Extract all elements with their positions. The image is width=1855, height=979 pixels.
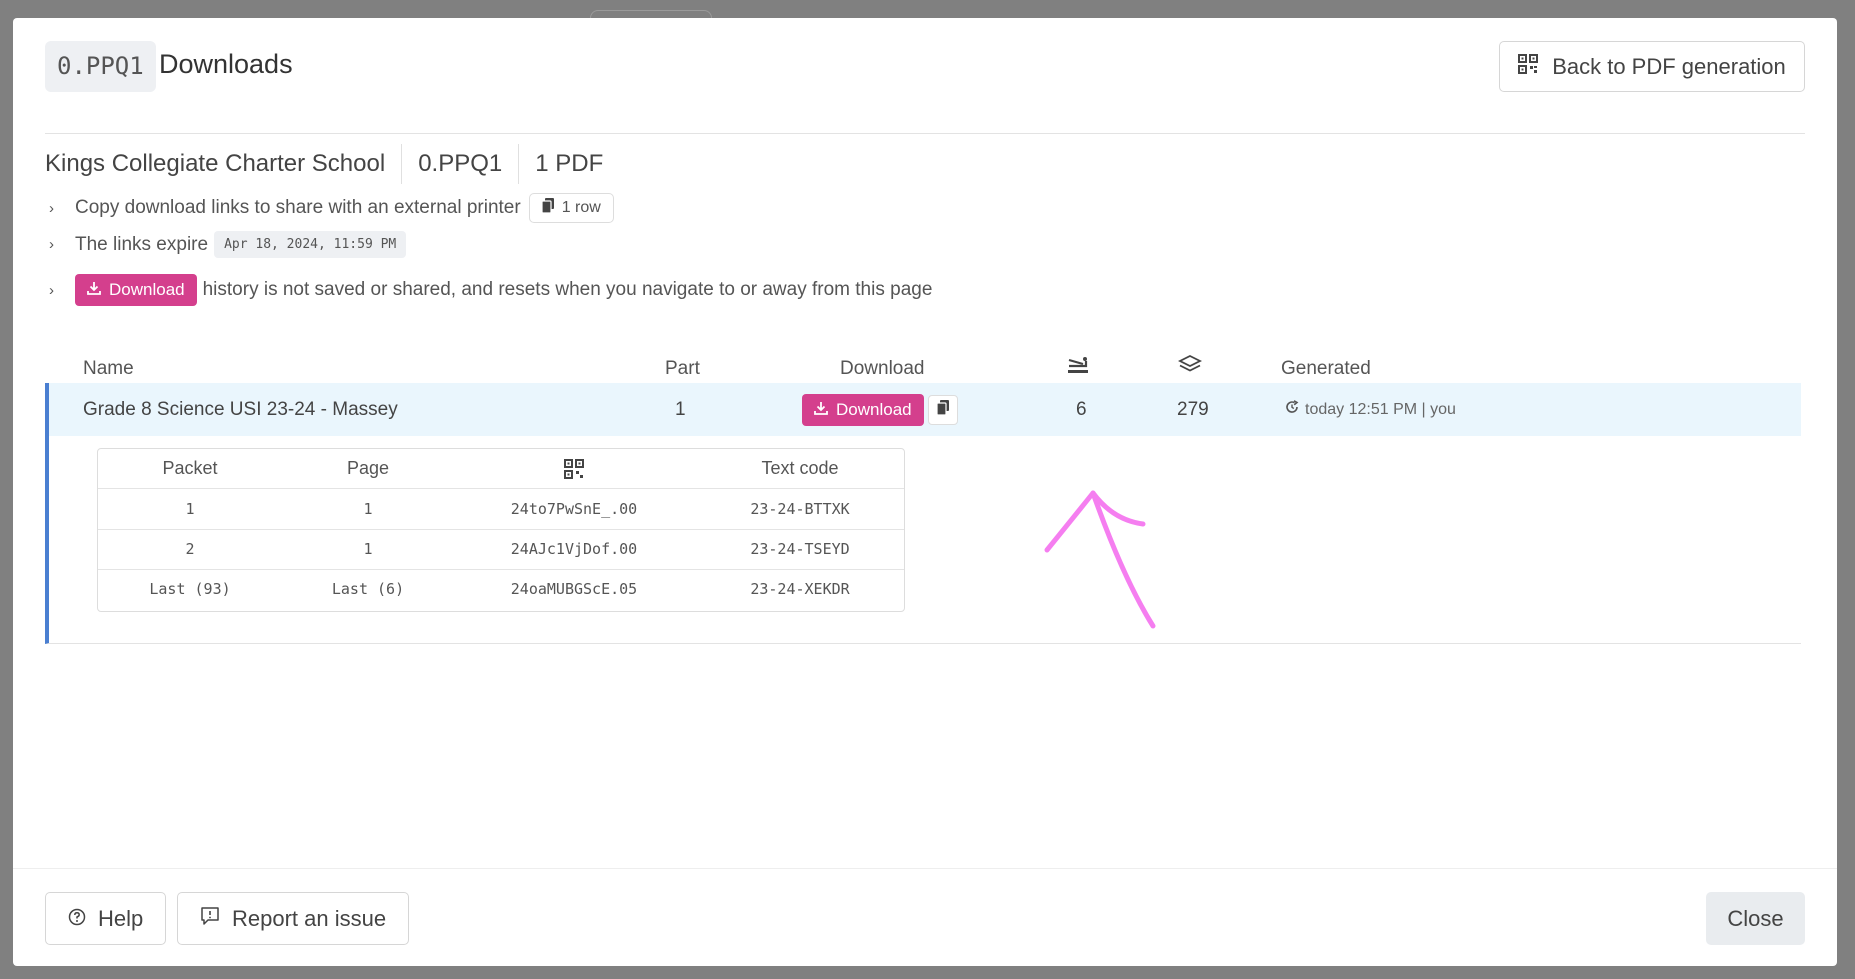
text-code-cell: 23-24-TSEYD — [750, 540, 850, 558]
text-code-cell: 23-24-BTTXK — [750, 500, 850, 518]
history-icon — [1285, 383, 1299, 436]
download-badge-label: Download — [109, 280, 185, 299]
qr-code-icon — [1518, 53, 1539, 80]
note-download-history[interactable]: › Download history is not saved or share… — [49, 274, 932, 306]
copy-rows-button[interactable]: 1 row — [528, 193, 614, 223]
col-generated: Generated — [1281, 358, 1371, 379]
qr-code-icon — [454, 449, 694, 488]
chevron-right-icon: › — [49, 281, 54, 299]
clipboard-icon — [936, 383, 949, 436]
text-code-cell: 23-24-XEKDR — [750, 580, 850, 598]
note-copy-links[interactable]: › Copy download links to share with an e… — [49, 193, 614, 223]
school-name: Kings Collegiate Charter School — [45, 150, 386, 177]
annotation-arrow — [1044, 490, 1156, 629]
expire-date-chip: Apr 18, 2024, 11:59 PM — [214, 231, 407, 258]
col-text-code: Text code — [761, 458, 839, 478]
back-to-pdf-generation-button[interactable]: Back to PDF generation — [1499, 41, 1805, 92]
packet-cell: 2 — [185, 540, 195, 558]
col-name: Name — [83, 358, 134, 379]
col-download: Download — [840, 358, 925, 379]
page-cell: 1 — [363, 540, 373, 558]
chevron-right-icon: › — [49, 199, 54, 217]
modal-footer: Help Report an issue Close — [13, 868, 1837, 966]
download-button[interactable]: Download — [802, 393, 924, 426]
back-button-label: Back to PDF generation — [1552, 53, 1786, 79]
report-label: Report an issue — [232, 905, 387, 931]
codes-table-header: Packet Page Text code — [98, 449, 904, 489]
close-button[interactable]: Close — [1706, 892, 1805, 945]
table-row[interactable]: Grade 8 Science USI 23-24 - Massey 1 Dow… — [45, 383, 1801, 436]
packet-cell: Last (93) — [149, 580, 231, 598]
info-code: 0.PPQ1 — [401, 144, 518, 184]
page-title: Downloads — [159, 49, 293, 79]
report-issue-button[interactable]: Report an issue — [177, 892, 410, 945]
col-packet: Packet — [162, 458, 218, 478]
row-generated: today 12:51 PM | you — [1285, 383, 1456, 436]
help-label: Help — [98, 905, 144, 931]
download-badge: Download — [75, 274, 197, 306]
qr-code-cell: 24to7PwSnE_.00 — [510, 500, 638, 518]
row-name: Grade 8 Science USI 23-24 - Massey — [83, 399, 398, 420]
table-row: Last (93) Last (6) 24oaMUBGScE.05 23-24-… — [98, 570, 904, 609]
page-cell: Last (6) — [331, 580, 405, 598]
downloads-modal: 0.PPQ1 Downloads Back to PDF generation — [13, 18, 1837, 966]
copy-link-button[interactable] — [927, 394, 958, 425]
help-button[interactable]: Help — [45, 892, 167, 945]
pdf-count: 1 PDF — [518, 144, 619, 184]
download-button-label: Download — [836, 400, 912, 419]
col-page: Page — [346, 458, 390, 478]
row-staples: 6 — [1076, 399, 1087, 420]
header-code-chip: 0.PPQ1 — [45, 41, 156, 92]
row-part: 1 — [675, 399, 686, 420]
page-cell: 1 — [363, 500, 373, 518]
links-expire-text: The links expire — [75, 233, 209, 255]
clipboard-icon — [541, 198, 554, 218]
copy-rows-label: 1 row — [561, 199, 601, 216]
table-row: 1 1 24to7PwSnE_.00 23-24-BTTXK — [98, 490, 904, 530]
chevron-right-icon: › — [49, 236, 54, 253]
packet-cell: 1 — [185, 500, 195, 518]
layers-icon — [1177, 354, 1203, 382]
row-download-group: Download — [802, 383, 958, 436]
qr-code-cell: 24oaMUBGScE.05 — [510, 580, 638, 598]
history-text: history is not saved or shared, and rese… — [202, 279, 933, 300]
codes-table: Packet Page Text code 1 1 24to7PwSnE_.00… — [97, 448, 905, 612]
help-icon — [68, 906, 86, 932]
row-detail: Packet Page Text code 1 1 24to7PwSnE_.00… — [45, 436, 1801, 644]
info-line: Kings Collegiate Charter School 0.PPQ1 1… — [45, 142, 619, 186]
copy-links-text: Copy download links to share with an ext… — [75, 197, 521, 218]
modal-header: 0.PPQ1 Downloads Back to PDF generation — [45, 41, 1805, 134]
table-row: 2 1 24AJc1VjDof.00 23-24-TSEYD — [98, 530, 904, 570]
row-pages: 279 — [1177, 399, 1209, 420]
comment-alert-icon — [200, 906, 220, 932]
col-part: Part — [665, 358, 700, 379]
download-icon — [814, 383, 828, 436]
generated-text: today 12:51 PM | you — [1305, 401, 1456, 418]
note-links-expire[interactable]: › The links expire Apr 18, 2024, 11:59 P… — [49, 231, 407, 258]
stapler-icon — [1066, 354, 1090, 382]
qr-code-cell: 24AJc1VjDof.00 — [510, 540, 638, 558]
download-icon — [87, 280, 101, 300]
